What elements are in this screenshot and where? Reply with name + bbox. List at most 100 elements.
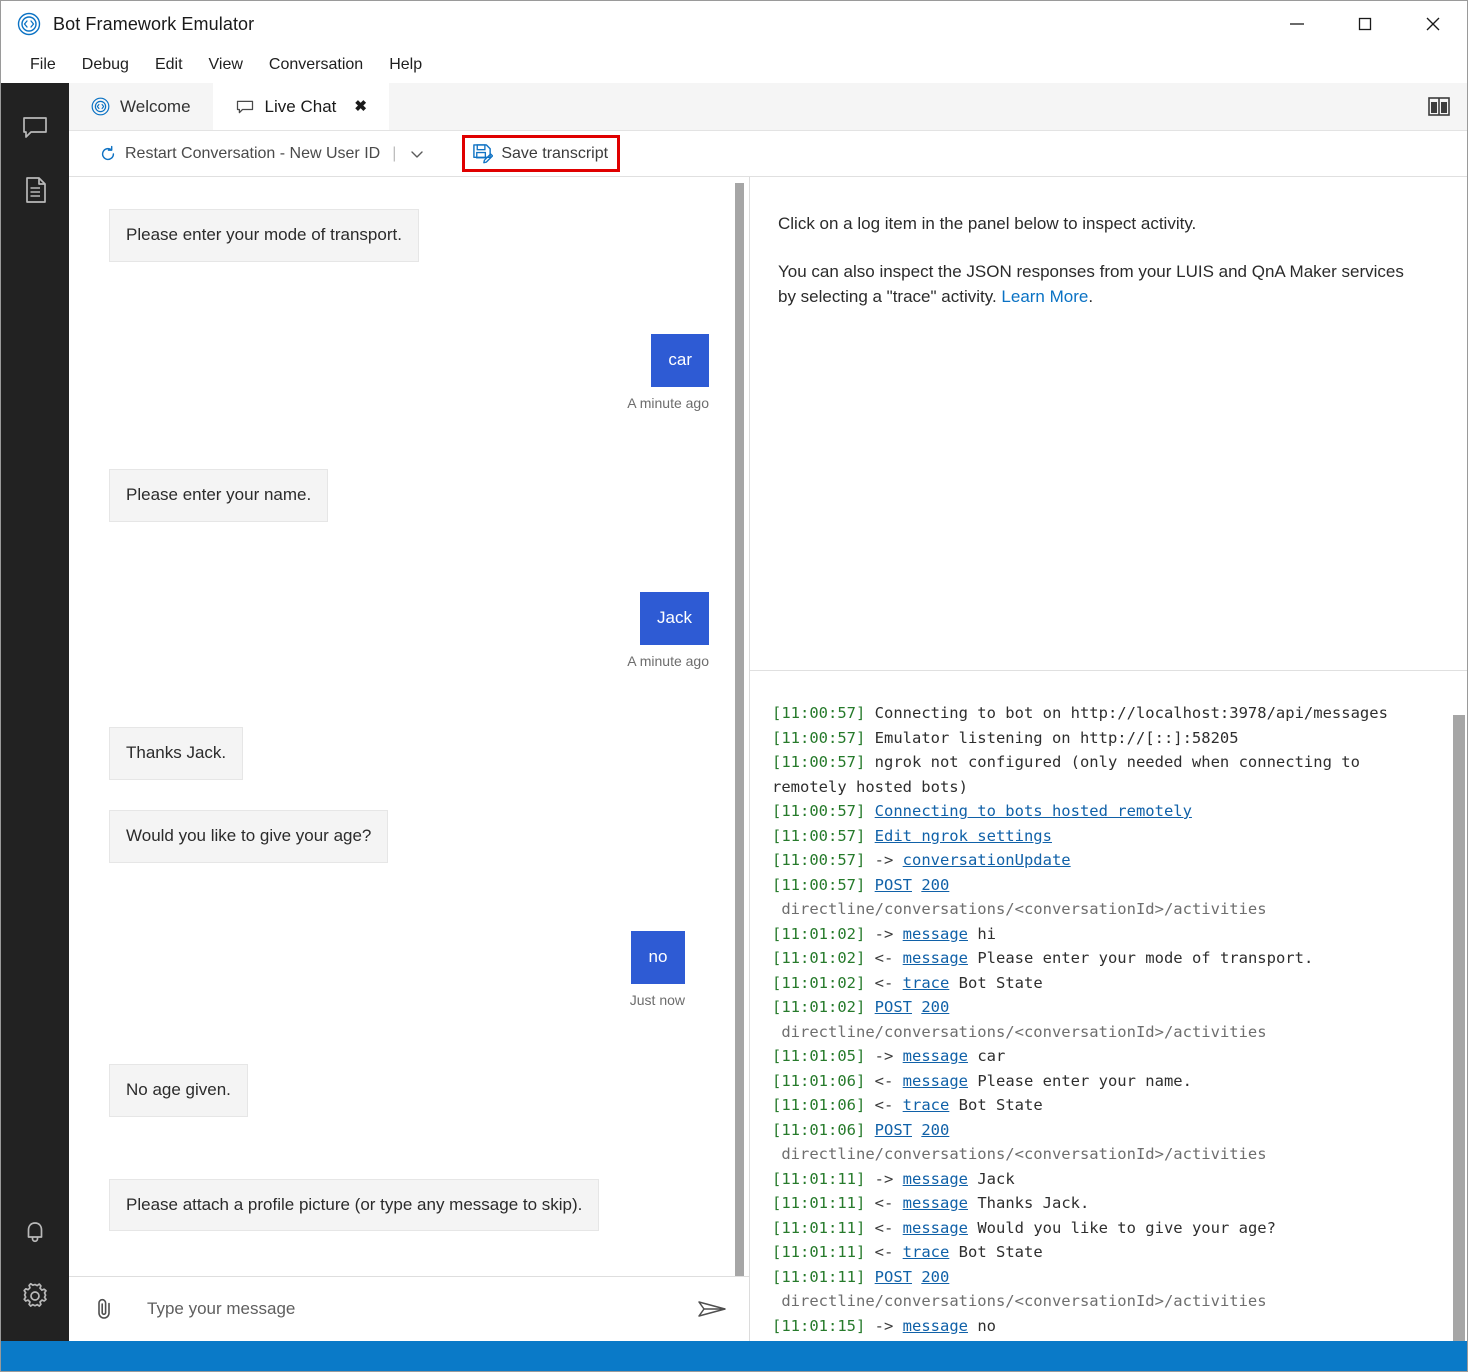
nav-rail-resources-button[interactable] — [1, 159, 69, 221]
nav-rail — [1, 83, 69, 1341]
split-panel-icon[interactable] — [1425, 95, 1453, 119]
chat-scrollbar-thumb[interactable] — [735, 183, 744, 1276]
save-transcript-button[interactable]: Save transcript — [462, 135, 621, 172]
log-status-link[interactable]: 200 — [921, 1121, 949, 1139]
tab-welcome[interactable]: Welcome — [69, 83, 213, 130]
log-text: Please enter your mode of transport. — [977, 949, 1314, 967]
log-link[interactable]: message — [903, 949, 968, 967]
nav-rail-chat-button[interactable] — [1, 97, 69, 159]
message-input[interactable] — [121, 1298, 693, 1320]
log-entry[interactable]: [11:01:02] -> message hi — [772, 922, 1441, 947]
log-entry[interactable]: [11:01:11] POST 200 — [772, 1265, 1441, 1290]
log-entry[interactable]: [11:01:05] -> message car — [772, 1044, 1441, 1069]
log-panel[interactable]: [11:00:57] Connecting to bot on http://l… — [750, 671, 1467, 1341]
menu-file[interactable]: File — [17, 51, 69, 79]
log-status-link[interactable]: 200 — [921, 876, 949, 894]
log-link[interactable]: message — [903, 1072, 968, 1090]
menu-help[interactable]: Help — [376, 51, 435, 79]
log-link[interactable]: POST — [875, 876, 912, 894]
log-link[interactable]: trace — [903, 1096, 950, 1114]
log-timestamp: [11:01:02] — [772, 924, 875, 943]
log-entry[interactable]: [11:01:15] <- message No age given. — [772, 1338, 1441, 1341]
nav-rail-notifications-button[interactable] — [1, 1203, 69, 1265]
log-entry[interactable]: [11:00:57] Connecting to bots hosted rem… — [772, 799, 1441, 824]
menu-debug[interactable]: Debug — [69, 51, 142, 79]
close-icon[interactable]: ✖ — [354, 99, 367, 114]
status-bar — [1, 1341, 1467, 1371]
log-link[interactable]: message — [903, 925, 968, 943]
log-entry[interactable]: [11:01:06] <- message Please enter your … — [772, 1069, 1441, 1094]
log-text: Connecting to bot on http://localhost:39… — [874, 704, 1388, 722]
log-entry[interactable]: [11:00:57] Emulator listening on http://… — [772, 726, 1441, 751]
log-text: car — [977, 1047, 1006, 1065]
log-scrollbar-thumb[interactable] — [1453, 715, 1465, 1341]
log-link[interactable]: Connecting to bots hosted remotely — [875, 802, 1192, 820]
tab-live-chat[interactable]: Live Chat ✖ — [212, 83, 389, 130]
log-link[interactable]: message — [903, 1219, 968, 1237]
log-entry[interactable]: [11:01:11] -> message Jack — [772, 1167, 1441, 1192]
log-text: Bot State — [958, 1096, 1043, 1114]
tab-welcome-label: Welcome — [120, 96, 191, 116]
log-direction-arrow: -> — [874, 1316, 903, 1335]
log-entry-sub: directline/conversations/<conversationId… — [772, 1145, 1267, 1163]
log-link[interactable]: trace — [903, 1243, 950, 1261]
learn-more-link[interactable]: Learn More — [1001, 287, 1088, 306]
log-entry[interactable]: [11:00:57] Connecting to bot on http://l… — [772, 701, 1441, 726]
log-link[interactable]: message — [903, 1047, 968, 1065]
message-timestamp: A minute ago — [627, 652, 709, 669]
log-timestamp: [11:01:05] — [772, 1047, 875, 1065]
log-timestamp: [11:01:02] — [772, 973, 875, 992]
log-status-link[interactable]: 200 — [921, 998, 949, 1016]
send-paper-plane-icon[interactable] — [693, 1292, 731, 1326]
paperclip-icon[interactable] — [87, 1292, 121, 1326]
log-entry[interactable]: [11:01:02] POST 200 — [772, 995, 1441, 1020]
chat-scrollbar[interactable] — [733, 177, 749, 1276]
chat-message-row: Would you like to give your age? — [109, 809, 709, 863]
log-link[interactable]: message — [903, 1170, 968, 1188]
log-text: Please enter your name. — [977, 1071, 1192, 1090]
log-link[interactable]: message — [903, 1317, 968, 1335]
chat-bubble-icon — [235, 97, 255, 117]
log-entry[interactable]: [11:01:06] POST 200 — [772, 1118, 1441, 1143]
log-entry[interactable]: [11:01:11] <- message Would you like to … — [772, 1216, 1441, 1241]
log-link[interactable]: POST — [875, 1268, 912, 1286]
content-column: Welcome Live Chat ✖ Restart Conversation… — [69, 83, 1467, 1341]
chat-bubble-icon — [19, 112, 51, 144]
log-entry[interactable]: [11:00:57] ngrok not configured (only ne… — [772, 750, 1441, 799]
menu-edit[interactable]: Edit — [142, 51, 196, 79]
log-timestamp: [11:00:57] — [772, 802, 875, 820]
log-entry[interactable]: [11:01:11] <- message Thanks Jack. — [772, 1191, 1441, 1216]
log-entry[interactable]: [11:01:06] <- trace Bot State — [772, 1093, 1441, 1118]
user-message-bubble: car — [651, 333, 709, 387]
log-entry[interactable]: [11:00:57] Edit ngrok settings — [772, 824, 1441, 849]
log-link[interactable]: trace — [903, 974, 950, 992]
menu-conversation[interactable]: Conversation — [256, 51, 376, 79]
close-button[interactable] — [1399, 1, 1467, 47]
log-timestamp: [11:01:11] — [772, 1243, 875, 1261]
tab-live-chat-label: Live Chat — [264, 96, 337, 116]
log-entry[interactable]: [11:01:02] <- trace Bot State — [772, 971, 1441, 996]
log-direction-arrow: -> — [874, 851, 903, 869]
nav-rail-settings-button[interactable] — [1, 1265, 69, 1327]
chat-message-row: Jack A minute ago — [109, 591, 709, 669]
log-scrollbar[interactable] — [1451, 671, 1467, 1341]
restart-conversation-button[interactable]: Restart Conversation - New User ID — [99, 145, 380, 163]
user-message-group: car A minute ago — [627, 333, 709, 411]
menu-view[interactable]: View — [196, 51, 256, 79]
log-entry[interactable]: [11:01:15] -> message no — [772, 1314, 1441, 1339]
log-entry[interactable]: [11:00:57] POST 200 — [772, 873, 1441, 898]
log-status-link[interactable]: 200 — [921, 1268, 949, 1286]
log-entry[interactable]: [11:01:02] <- message Please enter your … — [772, 946, 1441, 971]
log-entry[interactable]: [11:01:11] <- trace Bot State — [772, 1240, 1441, 1265]
maximize-button[interactable] — [1331, 1, 1399, 47]
log-link[interactable]: conversationUpdate — [903, 851, 1071, 869]
chevron-down-icon[interactable] — [406, 143, 428, 165]
bot-message-bubble: Thanks Jack. — [109, 726, 244, 780]
log-entry[interactable]: [11:00:57] -> conversationUpdate — [772, 848, 1441, 873]
log-link[interactable]: message — [903, 1194, 968, 1212]
log-link[interactable]: POST — [875, 998, 912, 1016]
log-link[interactable]: Edit ngrok settings — [875, 827, 1052, 845]
log-link[interactable]: POST — [875, 1121, 912, 1139]
chat-message-row: Please attach a profile picture (or type… — [109, 1178, 709, 1232]
minimize-button[interactable] — [1263, 1, 1331, 47]
